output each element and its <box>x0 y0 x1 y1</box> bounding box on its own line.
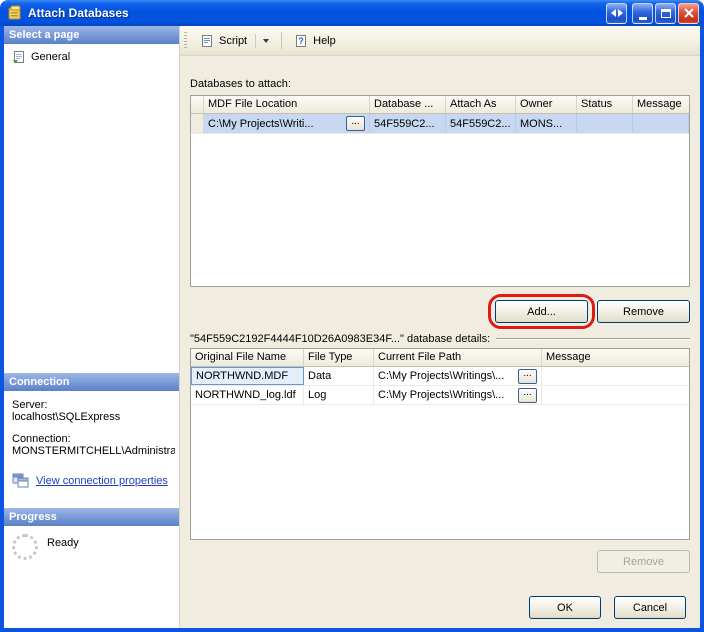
view-connection-properties-link[interactable]: View connection properties <box>36 475 168 487</box>
column-header-current-file-path[interactable]: Current File Path <box>374 349 542 366</box>
column-header-message[interactable]: Message <box>633 96 689 113</box>
original-file-name-cell[interactable]: NORTHWND.MDF <box>191 367 304 385</box>
column-header-status[interactable]: Status <box>577 96 633 113</box>
current-file-path-value: C:\My Projects\Writings\... <box>378 370 504 382</box>
progress-header: Progress <box>4 508 179 526</box>
details-grid-buttons: Remove <box>180 550 700 573</box>
current-file-path-cell[interactable]: C:\My Projects\Writings\... ... <box>374 386 542 404</box>
column-header-mdf-file-location[interactable]: MDF File Location <box>204 96 370 113</box>
connection-properties-icon <box>12 473 30 488</box>
progress-spinner-icon <box>12 534 38 560</box>
progress-status: Ready <box>47 534 79 549</box>
column-header-message[interactable]: Message <box>542 349 689 366</box>
column-header-owner[interactable]: Owner <box>516 96 577 113</box>
owner-cell[interactable]: MONS... <box>516 114 577 133</box>
script-split-divider <box>255 34 256 48</box>
ok-button[interactable]: OK <box>529 596 601 619</box>
database-details-caption: "54F559C2192F4444F10D26A0983E34F..." dat… <box>190 333 690 345</box>
connection-value: MONSTERMITCHELL\Administra <box>12 445 175 457</box>
details-remove-button[interactable]: Remove <box>597 550 690 573</box>
attach-grid-buttons: Add... Remove <box>180 300 700 323</box>
column-header-file-type[interactable]: File Type <box>304 349 374 366</box>
current-file-path-value: C:\My Projects\Writings\... <box>378 389 504 401</box>
column-header-original-file-name[interactable]: Original File Name <box>191 349 304 366</box>
select-a-page-header: Select a page <box>4 26 179 44</box>
databases-to-attach-grid[interactable]: MDF File Location Database ... Attach As… <box>190 95 690 287</box>
attach-databases-window: Attach Databases Select a page <box>0 0 704 632</box>
row-selector-header <box>191 96 204 113</box>
general-page-icon <box>12 50 26 64</box>
divider <box>496 338 690 340</box>
maximize-button[interactable] <box>655 3 676 24</box>
original-file-name-cell[interactable]: NORTHWND_log.ldf <box>191 386 304 404</box>
toolbar-gripper[interactable] <box>184 32 187 49</box>
grid-header-row: MDF File Location Database ... Attach As… <box>191 96 689 114</box>
main-panel: Script ? Help Databases to attach: <box>180 26 700 628</box>
server-label: Server: <box>12 399 175 411</box>
database-details-grid[interactable]: Original File Name File Type Current Fil… <box>190 348 690 540</box>
maximize-icon <box>661 9 671 18</box>
window-title: Attach Databases <box>28 6 606 20</box>
remove-button[interactable]: Remove <box>597 300 690 323</box>
file-type-cell[interactable]: Log <box>304 386 374 404</box>
row-selector-cell[interactable] <box>191 114 204 133</box>
svg-text:?: ? <box>298 36 304 46</box>
close-icon <box>684 8 694 18</box>
message-cell[interactable] <box>542 367 689 385</box>
databases-to-attach-label: Databases to attach: <box>190 78 700 90</box>
message-cell[interactable] <box>542 386 689 404</box>
toolbar-separator <box>281 32 282 49</box>
database-cell[interactable]: 54F559C2... <box>370 114 446 133</box>
script-dropdown-arrow-icon[interactable] <box>263 39 269 43</box>
browse-path-button[interactable]: ... <box>518 369 537 384</box>
script-label: Script <box>219 35 247 47</box>
attach-as-cell[interactable]: 54F559C2... <box>446 114 516 133</box>
connection-header: Connection <box>4 373 179 391</box>
sidebar-item-general[interactable]: General <box>10 49 173 65</box>
connection-label: Connection: <box>12 433 175 445</box>
window-icon <box>7 5 23 21</box>
script-icon <box>200 34 214 48</box>
add-button[interactable]: Add... <box>495 300 588 323</box>
file-type-cell[interactable]: Data <box>304 367 374 385</box>
status-cell[interactable] <box>577 114 633 133</box>
minimize-button[interactable] <box>632 3 653 24</box>
progress-panel: Ready <box>4 526 179 628</box>
table-row[interactable]: NORTHWND.MDF Data C:\My Projects\Writing… <box>191 367 689 386</box>
help-button[interactable]: ? Help <box>287 30 343 52</box>
dialog-footer-buttons: OK Cancel <box>529 596 686 619</box>
help-icon: ? <box>294 34 308 48</box>
help-label: Help <box>313 35 336 47</box>
script-button[interactable]: Script <box>193 30 276 52</box>
table-row[interactable]: NORTHWND_log.ldf Log C:\My Projects\Writ… <box>191 386 689 405</box>
browse-mdf-button[interactable]: ... <box>346 116 365 131</box>
mdf-file-location-value: C:\My Projects\Writi... <box>208 118 314 130</box>
database-details-label: "54F559C2192F4444F10D26A0983E34F..." dat… <box>190 333 490 345</box>
toolbar: Script ? Help <box>180 26 700 56</box>
table-row[interactable]: C:\My Projects\Writi... ... 54F559C2... … <box>191 114 689 134</box>
title-bar[interactable]: Attach Databases <box>0 0 704 26</box>
column-header-database[interactable]: Database ... <box>370 96 446 113</box>
browse-path-button[interactable]: ... <box>518 388 537 403</box>
connection-panel: Server: localhost\SQLExpress Connection:… <box>4 391 179 508</box>
window-controls <box>606 3 699 24</box>
server-value: localhost\SQLExpress <box>12 411 175 423</box>
column-header-attach-as[interactable]: Attach As <box>446 96 516 113</box>
cancel-button[interactable]: Cancel <box>614 596 686 619</box>
sidebar-item-label: General <box>31 51 70 63</box>
close-button[interactable] <box>678 3 699 24</box>
context-arrows-button[interactable] <box>606 3 627 24</box>
message-cell[interactable] <box>633 114 689 133</box>
grid-header-row: Original File Name File Type Current Fil… <box>191 349 689 367</box>
minimize-icon <box>639 17 647 20</box>
mdf-file-location-cell[interactable]: C:\My Projects\Writi... ... <box>204 114 370 133</box>
current-file-path-cell[interactable]: C:\My Projects\Writings\... ... <box>374 367 542 385</box>
sidebar: Select a page General Connec <box>4 26 180 628</box>
select-a-page-panel: General <box>4 44 179 373</box>
